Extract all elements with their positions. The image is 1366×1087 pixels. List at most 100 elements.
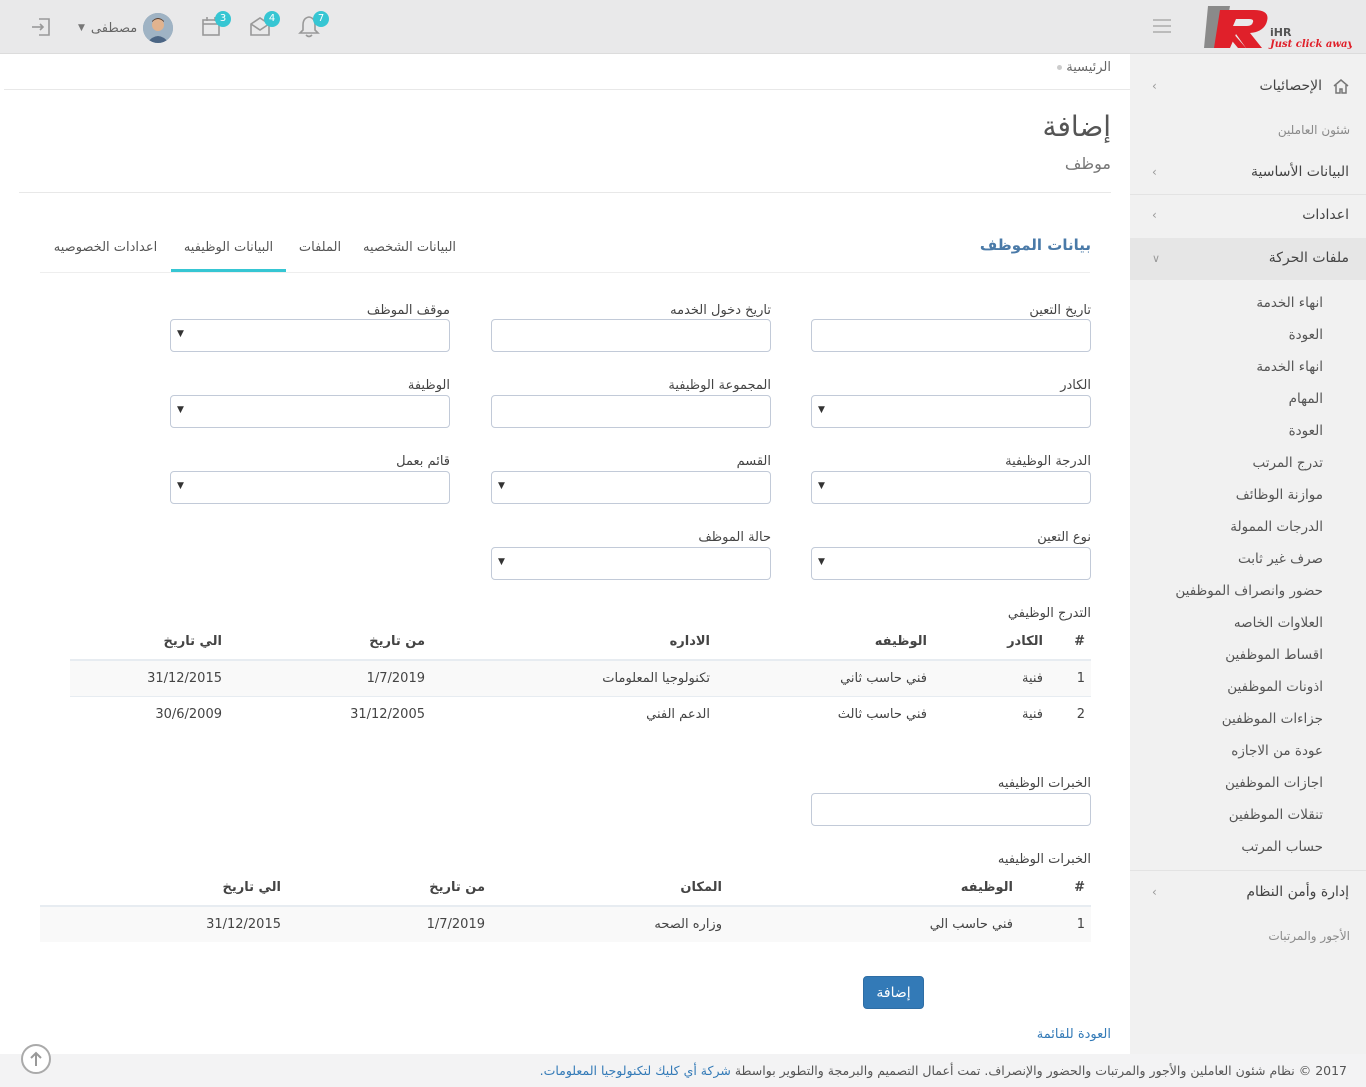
- table-cell: 31/12/2015: [40, 906, 287, 942]
- sidebar-item-movement-files[interactable]: ملفات الحركة ∨: [1130, 238, 1366, 280]
- tab-privacy-settings[interactable]: اعدادات الخصوصيه: [46, 230, 165, 272]
- tab-job-data[interactable]: البيانات الوظيفيه: [171, 230, 286, 272]
- table-cell: 30/6/2009: [70, 695, 228, 732]
- chevron-left-icon: ‹: [1152, 165, 1157, 179]
- table-cell: فنية: [933, 695, 1049, 732]
- sidebar-subitem[interactable]: جزاءات الموظفين: [1222, 711, 1323, 727]
- column-header: الي تاريخ: [40, 870, 287, 907]
- acting-select[interactable]: ▼: [170, 471, 450, 504]
- chevron-left-icon: ‹: [1152, 208, 1157, 222]
- tasks-badge: 3: [215, 11, 231, 27]
- notifications-badge: 7: [313, 11, 329, 27]
- column-header: الي تاريخ: [70, 624, 228, 661]
- tasks-calendar-icon[interactable]: 3: [200, 11, 231, 40]
- job-select[interactable]: ▼: [170, 395, 450, 428]
- logout-icon[interactable]: [30, 16, 54, 42]
- sidebar-item-basic-data[interactable]: البيانات الأساسية ‹: [1130, 152, 1366, 194]
- main-content: الرئيسية إضافة موظف بيانات الموظف البيان…: [0, 54, 1130, 1054]
- sidebar-subitem[interactable]: الدرجات الممولة: [1230, 519, 1323, 535]
- table-cell: 1/7/2019: [228, 660, 431, 696]
- table-cell: 1: [1019, 906, 1091, 942]
- appointment-date-field[interactable]: [811, 319, 1091, 352]
- experience-table: # الوظيفه المكان من تاريخ الي تاريخ 1 فن…: [40, 870, 1091, 942]
- dropdown-arrow-icon: ▼: [818, 557, 825, 567]
- sidebar-item-statistics[interactable]: الإحصائيات ‹: [1130, 66, 1366, 108]
- employee-status-select[interactable]: ▼: [491, 547, 771, 580]
- employee-position-select[interactable]: ▼: [170, 319, 450, 352]
- footer-copyright: 2017 © نظام شئون العاملين والأجور والمرت…: [734, 1063, 1347, 1078]
- column-header: #: [1019, 870, 1091, 907]
- table-row: 1 فني حاسب الي وزاره الصحه 1/7/2019 31/1…: [40, 906, 1091, 942]
- divider: [4, 89, 1130, 90]
- job-grade-label: الدرجة الوظيفية: [1005, 454, 1091, 469]
- sidebar-subitem[interactable]: موازنة الوظائف: [1236, 487, 1323, 503]
- table-cell: تكنولوجيا المعلومات: [431, 660, 716, 696]
- tab-personal-data[interactable]: البيانات الشخصيه: [356, 230, 463, 272]
- employee-position-label: موقف الموظف: [366, 303, 450, 318]
- sidebar-subitem[interactable]: العلاوات الخاصه: [1234, 615, 1323, 631]
- department-label: القسم: [736, 454, 771, 469]
- arrow-up-icon: [30, 1051, 42, 1066]
- sidebar-subitem[interactable]: عودة من الاجازه: [1231, 743, 1323, 759]
- breadcrumb: الرئيسية: [1049, 60, 1111, 75]
- sidebar-subitem[interactable]: تدرج المرتب: [1253, 455, 1324, 471]
- sidebar-item-label: البيانات الأساسية: [1251, 164, 1349, 180]
- table-cell: فني حاسب الي: [728, 906, 1019, 942]
- page-title: إضافة: [1042, 110, 1111, 143]
- career-table-label: التدرج الوظيفي: [1007, 606, 1091, 621]
- employee-status-label: حالة الموظف: [698, 530, 771, 545]
- cadre-select[interactable]: ▼: [811, 395, 1091, 428]
- footer-company-link[interactable]: شركة أي كليك لتكنولوجيا المعلومات.: [540, 1063, 731, 1078]
- job-grade-select[interactable]: ▼: [811, 471, 1091, 504]
- table-cell: 1/7/2019: [287, 906, 491, 942]
- sidebar-section-hr: شئون العاملين: [1277, 123, 1350, 137]
- breadcrumb-home[interactable]: الرئيسية: [1066, 60, 1111, 75]
- app-logo[interactable]: iHR Just click away: [1202, 2, 1354, 52]
- sidebar-item-label: الإحصائيات: [1259, 78, 1322, 94]
- avatar: [143, 13, 174, 43]
- sidebar-item-settings[interactable]: اعدادات ‹: [1130, 195, 1366, 237]
- add-button[interactable]: إضافة: [863, 976, 924, 1009]
- messages-envelope-icon[interactable]: 4: [249, 11, 280, 40]
- column-header: الوظيفه: [716, 624, 933, 661]
- job-group-field[interactable]: [491, 395, 771, 428]
- job-group-label: المجموعة الوظيفية: [668, 378, 771, 393]
- experience-field[interactable]: [811, 793, 1091, 826]
- column-header: الوظيفه: [728, 870, 1019, 907]
- appointment-type-select[interactable]: ▼: [811, 547, 1091, 580]
- sidebar-divider: [1130, 870, 1366, 871]
- sidebar-subitem[interactable]: اجازات الموظفين: [1225, 775, 1323, 791]
- sidebar-subitem[interactable]: اقساط الموظفين: [1225, 647, 1323, 663]
- cadre-label: الكادر: [1060, 378, 1091, 393]
- sidebar-subitem[interactable]: انهاء الخدمة: [1256, 295, 1323, 311]
- department-select[interactable]: ▼: [491, 471, 771, 504]
- sidebar-subitem[interactable]: اذونات الموظفين: [1227, 679, 1323, 695]
- sidebar-subitem[interactable]: حساب المرتب: [1241, 839, 1323, 855]
- user-menu[interactable]: ▼ مصطفى: [78, 12, 174, 44]
- sidebar-subitem[interactable]: صرف غير ثابت: [1238, 551, 1323, 567]
- sidebar-subitem[interactable]: العودة: [1289, 423, 1323, 439]
- sidebar-subitem[interactable]: العودة: [1289, 327, 1323, 343]
- column-header: الاداره: [431, 624, 716, 661]
- dropdown-arrow-icon: ▼: [498, 481, 505, 491]
- sidebar-subitem[interactable]: حضور وانصراف الموظفين: [1175, 583, 1323, 599]
- service-entry-date-label: تاريخ دخول الخدمه: [670, 303, 771, 318]
- appointment-date-label: تاريخ التعين: [1029, 303, 1091, 318]
- tab-files[interactable]: الملفات: [289, 230, 351, 272]
- career-table: # الكادر الوظيفه الاداره من تاريخ الي تا…: [70, 624, 1091, 732]
- sidebar-section-payroll: الأجور والمرتبات: [1268, 929, 1350, 943]
- sidebar-subitem[interactable]: انهاء الخدمة: [1256, 359, 1323, 375]
- menu-toggle-icon[interactable]: [1153, 19, 1171, 33]
- notifications-bell-icon[interactable]: 7: [298, 11, 329, 40]
- sidebar-subitem[interactable]: تنقلات الموظفين: [1229, 807, 1323, 823]
- table-cell: فنية: [933, 660, 1049, 696]
- sidebar-item-label: ملفات الحركة: [1268, 250, 1349, 266]
- back-to-list-link[interactable]: العودة للقائمة: [1037, 1027, 1111, 1042]
- scroll-to-top-button[interactable]: [21, 1044, 51, 1074]
- sidebar-item-system-admin[interactable]: إدارة وأمن النظام ‹: [1130, 872, 1366, 914]
- sidebar-subitem[interactable]: المهام: [1289, 391, 1323, 407]
- chevron-down-icon: ▼: [78, 23, 85, 33]
- user-name: مصطفى: [90, 20, 138, 36]
- service-entry-date-field[interactable]: [491, 319, 771, 352]
- acting-label: قائم بعمل: [396, 454, 450, 469]
